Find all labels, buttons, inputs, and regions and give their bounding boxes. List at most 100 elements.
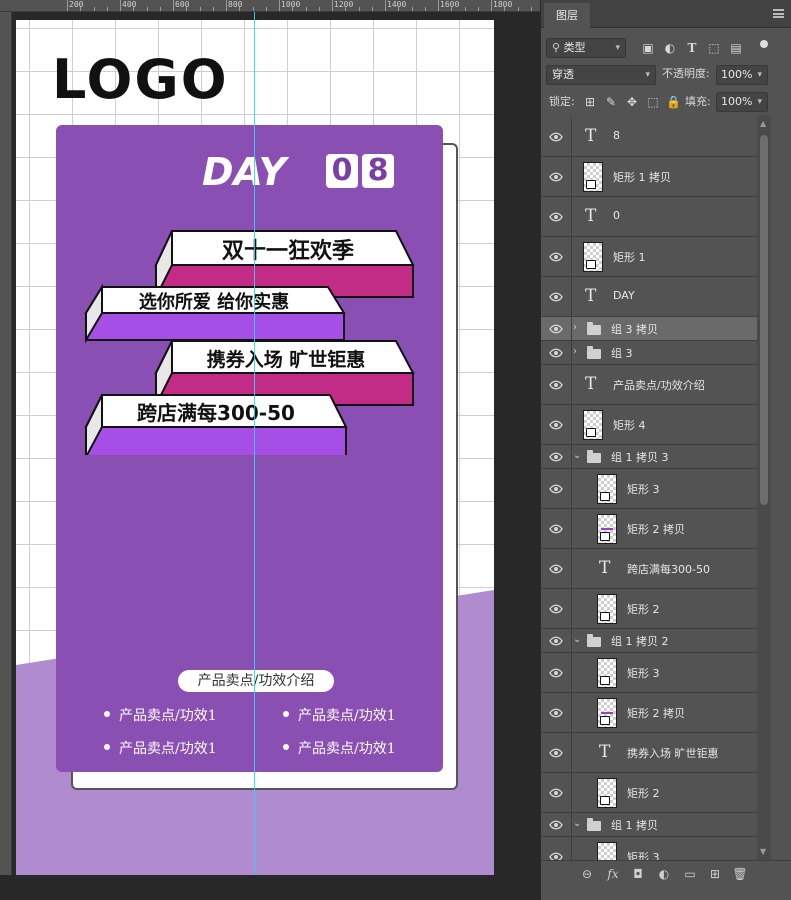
layer-name[interactable]: 矩形 1 拷贝 [613, 169, 671, 185]
eye-icon[interactable] [549, 380, 563, 390]
layer-row[interactable]: T 产品卖点/功效介绍 [541, 365, 757, 405]
artboard-nest-icon[interactable]: ⬚ [646, 95, 660, 109]
layer-name[interactable]: 矩形 2 [627, 785, 660, 801]
layer-filter-dropdown[interactable]: ⚲ 类型 ▾ [546, 38, 626, 58]
layer-name[interactable]: 组 1 拷贝 [611, 817, 658, 833]
layer-name[interactable]: 跨店满每300-50 [627, 561, 710, 577]
eye-icon[interactable] [549, 420, 563, 430]
layer-row[interactable]: 矩形 1 [541, 237, 757, 277]
eye-icon[interactable] [549, 484, 563, 494]
layer-row[interactable]: 矩形 3 [541, 469, 757, 509]
layer-row[interactable]: ⌄ 组 1 拷贝 [541, 813, 757, 837]
canvas-workspace[interactable]: LOGO DAY 0 8 双十一狂欢季 选你所爱 给你实惠 携券入场 旷世钜惠 … [12, 12, 540, 900]
scroll-down-icon[interactable]: ▼ [760, 847, 766, 856]
eye-icon[interactable] [549, 564, 563, 574]
vertical-guide-line[interactable] [254, 12, 255, 888]
smart-object-filter-icon[interactable]: ▤ [729, 41, 743, 55]
layer-name[interactable]: 组 1 拷贝 2 [611, 633, 669, 649]
layer-row[interactable]: 矩形 3 [541, 837, 757, 860]
layer-name[interactable]: 矩形 1 [613, 249, 646, 265]
layer-name[interactable]: 矩形 4 [613, 417, 646, 433]
text-filter-icon[interactable]: T [685, 41, 699, 55]
eye-icon[interactable] [549, 788, 563, 798]
chevron-down-icon[interactable]: ⌄ [573, 450, 581, 461]
layer-name[interactable]: 矩形 3 [627, 481, 660, 497]
layer-row[interactable]: T DAY [541, 277, 757, 317]
eye-icon[interactable] [549, 348, 563, 358]
layer-row[interactable]: ⌄ 组 1 拷贝 2 [541, 629, 757, 653]
panel-menu-icon[interactable] [773, 9, 784, 18]
layer-row[interactable]: 矩形 3 [541, 653, 757, 693]
layer-name[interactable]: 矩形 2 [627, 601, 660, 617]
layer-list[interactable]: T 8 矩形 1 拷贝 T 0 矩形 1 T DAY › 组 3 拷贝 › 组 3 T 产品卖点/功效介绍… [541, 115, 757, 860]
eye-icon[interactable] [549, 252, 563, 262]
layer-name[interactable]: 矩形 2 拷贝 [627, 521, 685, 537]
scrollbar-thumb[interactable] [760, 135, 768, 505]
eye-icon[interactable] [549, 708, 563, 718]
layer-name[interactable]: 产品卖点/功效介绍 [613, 377, 705, 393]
new-layer-icon[interactable]: ⊞ [707, 867, 723, 881]
filter-toggle-icon[interactable] [760, 40, 768, 48]
layer-row[interactable]: T 跨店满每300-50 [541, 549, 757, 589]
eye-icon[interactable] [549, 172, 563, 182]
chevron-right-icon[interactable]: › [573, 322, 577, 333]
opacity-input[interactable]: 100% ▾ [716, 65, 768, 85]
adjustment-icon[interactable]: ◐ [656, 867, 672, 881]
chevron-down-icon[interactable]: ⌄ [573, 634, 581, 645]
eye-icon[interactable] [549, 452, 563, 462]
layer-name[interactable]: DAY [613, 289, 635, 302]
layer-name[interactable]: 组 1 拷贝 3 [611, 449, 669, 465]
chevron-right-icon[interactable]: › [573, 346, 577, 357]
eye-icon[interactable] [549, 292, 563, 302]
layer-name[interactable]: 0 [613, 209, 620, 222]
layer-row[interactable]: T8 [541, 117, 757, 157]
layers-scrollbar[interactable]: ▲ ▼ [757, 115, 771, 860]
lock-position-icon[interactable]: ✥ [625, 95, 639, 109]
layer-row[interactable]: 矩形 2 [541, 773, 757, 813]
chevron-down-icon[interactable]: ⌄ [573, 818, 581, 829]
layer-row[interactable]: 矩形 4 [541, 405, 757, 445]
eye-icon[interactable] [549, 132, 563, 142]
layer-name[interactable]: 8 [613, 129, 620, 142]
layer-name[interactable]: 矩形 3 [627, 665, 660, 681]
image-filter-icon[interactable]: ▣ [641, 41, 655, 55]
layer-row[interactable]: T 携券入场 旷世钜惠 [541, 733, 757, 773]
lock-image-icon[interactable]: ✎ [604, 95, 618, 109]
layer-row[interactable]: › 组 3 拷贝 [541, 317, 757, 341]
fx-icon[interactable]: fx [605, 867, 621, 881]
eye-icon[interactable] [549, 324, 563, 334]
mask-icon[interactable]: ◘ [630, 867, 646, 881]
layer-row[interactable]: 矩形 2 [541, 589, 757, 629]
eye-icon[interactable] [549, 636, 563, 646]
blend-mode-dropdown[interactable]: 穿透 ▾ [546, 65, 656, 85]
artboard[interactable]: LOGO DAY 0 8 双十一狂欢季 选你所爱 给你实惠 携券入场 旷世钜惠 … [16, 20, 494, 875]
layer-row[interactable]: 矩形 2 拷贝 [541, 509, 757, 549]
eye-icon[interactable] [549, 820, 563, 830]
layer-row[interactable]: › 组 3 [541, 341, 757, 365]
fill-input[interactable]: 100% ▾ [716, 92, 768, 112]
layer-row[interactable]: ⌄ 组 1 拷贝 3 [541, 445, 757, 469]
link-icon[interactable]: ⊖ [579, 867, 595, 881]
layer-name[interactable]: 矩形 2 拷贝 [627, 705, 685, 721]
layer-name[interactable]: 组 3 [611, 345, 633, 361]
trash-icon[interactable]: 🗑 [732, 867, 748, 881]
layer-name[interactable]: 携券入场 旷世钜惠 [627, 745, 719, 761]
canvas-horizontal-scroll-area[interactable] [0, 875, 540, 900]
layer-row[interactable]: 矩形 2 拷贝 [541, 693, 757, 733]
eye-icon[interactable] [549, 212, 563, 222]
lock-transparent-icon[interactable]: ⊞ [583, 95, 597, 109]
eye-icon[interactable] [549, 668, 563, 678]
eye-icon[interactable] [549, 748, 563, 758]
layer-name[interactable]: 组 3 拷贝 [611, 321, 658, 337]
eye-icon[interactable] [549, 604, 563, 614]
folder-icon[interactable]: ▭ [682, 867, 698, 881]
eye-icon[interactable] [549, 852, 563, 860]
layer-name[interactable]: 矩形 3 [627, 849, 660, 860]
eye-icon[interactable] [549, 524, 563, 534]
scroll-up-icon[interactable]: ▲ [760, 119, 766, 128]
layer-row[interactable]: 矩形 1 拷贝 [541, 157, 757, 197]
adjustment-filter-icon[interactable]: ◐ [663, 41, 677, 55]
lock-all-icon[interactable]: 🔒 [666, 95, 681, 109]
shape-filter-icon[interactable]: ⬚ [707, 41, 721, 55]
tab-layers[interactable]: 图层 [544, 3, 590, 28]
